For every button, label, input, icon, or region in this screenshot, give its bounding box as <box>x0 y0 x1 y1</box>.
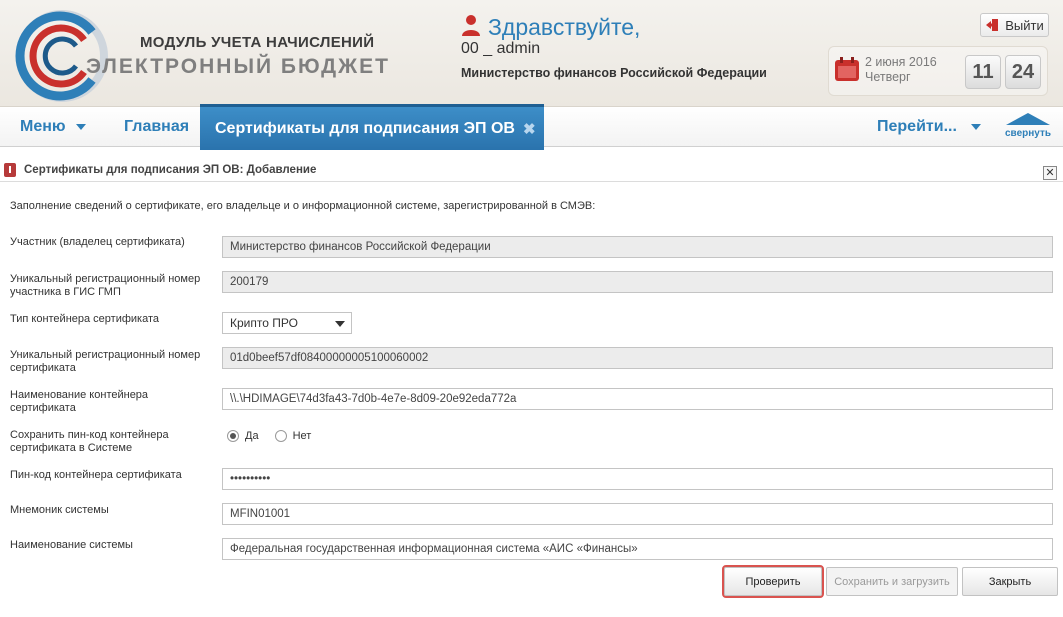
calendar-icon <box>835 57 859 81</box>
container-type-label: Тип контейнера сертификата <box>10 313 160 325</box>
panel-title: Сертификаты для подписания ЭП ОВ: Добавл… <box>24 164 317 176</box>
pin-label: Пин-код контейнера сертификата <box>10 469 182 481</box>
save-pin-yes-radio[interactable] <box>227 430 239 442</box>
participant-label: Участник (владелец сертификата) <box>10 236 185 248</box>
current-date: 2 июня 2016 <box>865 55 937 69</box>
logout-button[interactable]: Выйти <box>980 13 1049 37</box>
logout-label: Выйти <box>1005 17 1044 33</box>
container-name-label: Наименование контейнера сертификата <box>10 389 149 414</box>
save-and-upload-button[interactable]: Сохранить и загрузить <box>826 567 958 596</box>
check-button[interactable]: Проверить <box>722 565 824 598</box>
system-name-label: Наименование системы <box>10 539 133 551</box>
mnemonic-input[interactable]: MFIN01001 <box>222 503 1053 525</box>
save-pin-yes-label: Да <box>245 430 259 442</box>
organization-name: Министерство финансов Российской Федерац… <box>461 66 767 80</box>
panel-close-button[interactable]: ✕ <box>1043 166 1057 180</box>
mnemonic-label: Мнемоник системы <box>10 504 109 516</box>
certificate-icon <box>4 163 16 177</box>
participant-field: Министерство финансов Российской Федерац… <box>222 236 1053 258</box>
system-name-input[interactable]: Федеральная государственная информационн… <box>222 538 1053 560</box>
collapse-header-button[interactable]: свернуть <box>1005 113 1052 143</box>
tab-certificates-label: Сертификаты для подписания ЭП ОВ <box>215 119 515 137</box>
container-name-field[interactable]: \\.\HDIMAGE\74d3fa43-7d0b-4e7e-8d09-20e9… <box>222 388 1053 410</box>
clock-minutes: 24 <box>1005 55 1041 89</box>
app-header: МОДУЛЬ УЧЕТА НАЧИСЛЕНИЙ ЭЛЕКТРОННЫЙ БЮДЖ… <box>0 0 1063 107</box>
reg-number-field: 200179 <box>222 271 1053 293</box>
tab-close-icon[interactable]: ✖ <box>523 120 536 138</box>
nav-home-link[interactable]: Главная <box>124 107 189 147</box>
goto-dropdown[interactable]: Перейти... <box>877 107 981 147</box>
chevron-down-icon <box>75 124 86 130</box>
save-pin-no-radio[interactable] <box>274 430 287 442</box>
collapse-up-icon <box>1006 113 1050 125</box>
menu-dropdown[interactable]: Меню <box>20 107 86 147</box>
user-name: 00 _ admin <box>461 40 541 57</box>
logout-icon <box>986 19 999 31</box>
cert-number-field: 01d0beef57df08400000005100060002 <box>222 347 1053 369</box>
tab-certificates[interactable]: Сертификаты для подписания ЭП ОВ ✖ <box>200 104 544 150</box>
user-icon <box>462 15 480 36</box>
goto-label: Перейти... <box>877 118 957 135</box>
chevron-down-icon <box>335 321 345 327</box>
pin-input[interactable]: •••••••••• <box>222 468 1053 490</box>
current-weekday: Четверг <box>865 70 911 84</box>
brand-title: ЭЛЕКТРОННЫЙ БЮДЖЕТ <box>86 55 390 78</box>
reg-number-label: Уникальный регистрационный номер участни… <box>10 273 201 298</box>
clock-hours: 11 <box>965 55 1001 89</box>
save-pin-label: Сохранить пин-код контейнера сертификата… <box>10 429 169 454</box>
cert-number-label: Уникальный регистрационный номер сертифи… <box>10 349 201 374</box>
form-intro: Заполнение сведений о сертификате, его в… <box>10 200 596 212</box>
chevron-down-icon <box>970 124 981 130</box>
save-pin-radio-group: Да Нет <box>227 430 311 442</box>
menu-label: Меню <box>20 118 66 135</box>
collapse-label: свернуть <box>1005 128 1052 139</box>
greeting-text: Здравствуйте, <box>488 14 641 40</box>
container-type-select[interactable]: Крипто ПРО <box>222 312 352 334</box>
brand-subtitle: МОДУЛЬ УЧЕТА НАЧИСЛЕНИЙ <box>140 34 375 51</box>
save-pin-no-label: Нет <box>292 430 312 442</box>
close-button[interactable]: Закрыть <box>962 567 1058 596</box>
container-type-value: Крипто ПРО <box>230 316 298 330</box>
